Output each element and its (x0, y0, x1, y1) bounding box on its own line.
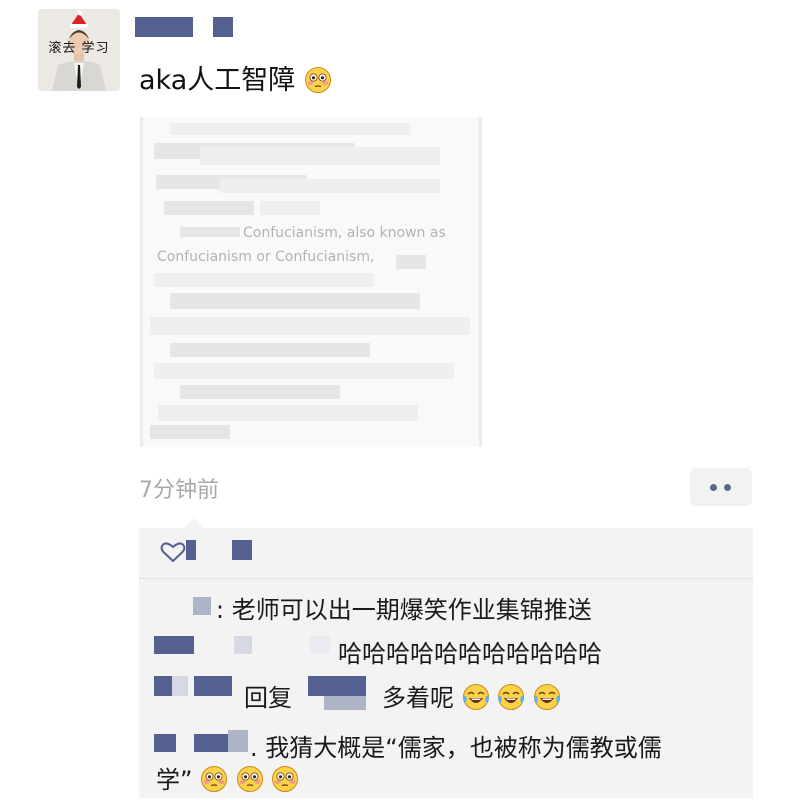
post-image[interactable]: Confucianism, also known as Confucianism… (140, 117, 482, 447)
comment-text: 学” (156, 760, 299, 795)
dot-icon (724, 484, 731, 491)
flushed-face-icon (200, 765, 228, 793)
commenter-mosaic[interactable] (194, 734, 228, 752)
liker-mosaic[interactable] (232, 540, 252, 560)
commenter-mosaic[interactable] (154, 676, 172, 696)
tears-of-joy-icon (462, 683, 490, 711)
image-text-line: Confucianism or Confucianism, (157, 249, 375, 265)
comment-text: : 老师可以出一期爆笑作业集锦推送 (216, 596, 592, 624)
image-text-line: Confucianism, also known as (243, 225, 446, 241)
username-mosaic[interactable] (213, 17, 233, 37)
comment-text: 多着呢 (382, 678, 561, 713)
reply-target-mosaic[interactable] (308, 676, 366, 696)
comment-text: . 我猜大概是“儒家，也被称为儒教或儒 (250, 734, 662, 762)
avatar[interactable]: 滚去 学习 (38, 9, 120, 91)
post-time: 7分钟前 (139, 478, 219, 503)
username-mosaic[interactable] (135, 17, 193, 37)
tears-of-joy-icon (497, 683, 525, 711)
comment-text: 哈哈哈哈哈哈哈哈哈哈哈 (338, 640, 602, 668)
flushed-face-icon (236, 765, 264, 793)
commenter-mosaic[interactable] (193, 597, 211, 615)
liker-mosaic[interactable] (186, 540, 196, 560)
divider (139, 578, 753, 579)
post-text-label: aka人工智障 (139, 65, 296, 96)
tears-of-joy-icon (533, 683, 561, 711)
avatar-caption: 滚去 学习 (48, 41, 110, 56)
dot-icon (710, 484, 717, 491)
heart-icon (160, 542, 186, 563)
panel-notch (184, 518, 204, 528)
commenter-mosaic[interactable] (154, 636, 194, 654)
commenter-mosaic[interactable] (172, 676, 188, 696)
commenter-mosaic[interactable] (154, 734, 176, 752)
commenter-mosaic[interactable] (234, 636, 252, 654)
reply-label: 回复 (244, 684, 292, 712)
flushed-face-icon (271, 765, 299, 793)
commenter-mosaic[interactable] (310, 636, 330, 654)
comment-text-label: 学” (156, 766, 193, 794)
post-text: aka人工智障 (139, 58, 332, 97)
commenter-mosaic[interactable] (194, 676, 232, 696)
more-actions-button[interactable] (690, 468, 752, 506)
reply-target-mosaic[interactable] (324, 696, 366, 710)
commenter-mosaic[interactable] (228, 730, 248, 752)
flushed-face-icon (304, 66, 332, 94)
comment-text-label: 多着呢 (382, 684, 454, 712)
